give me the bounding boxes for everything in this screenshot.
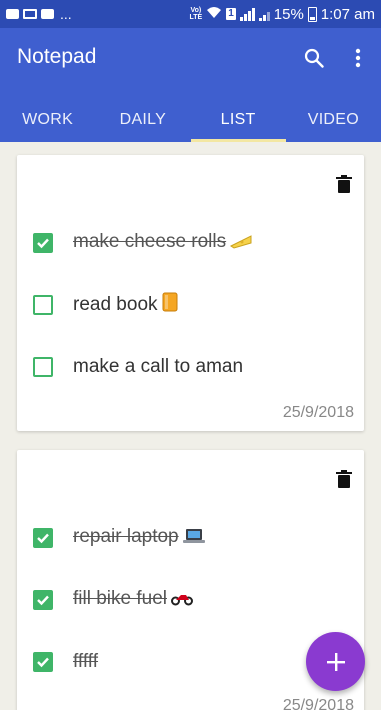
battery-icon — [307, 6, 317, 22]
list-item-text: repair laptop — [73, 526, 205, 550]
laptop-emoji-icon — [182, 528, 205, 550]
app-title: Notepad — [17, 45, 97, 68]
item-label: fffff — [73, 651, 99, 672]
system-indicators: Vo) LTE 1 15% 1:07 am — [190, 6, 376, 23]
checkbox-checked[interactable] — [33, 590, 53, 610]
item-label: fill bike fuel — [73, 588, 167, 609]
trash-icon — [336, 175, 352, 193]
youtube-notification-icon — [6, 9, 19, 19]
motorbike-emoji-icon — [171, 590, 193, 612]
battery-percent: 15% — [273, 5, 304, 23]
sim-indicator: 1 — [226, 8, 236, 20]
book-emoji-icon — [162, 292, 178, 318]
screen-notification-icon — [23, 9, 37, 19]
tab-work[interactable]: WORK — [0, 98, 95, 142]
list-item-text: make a call to aman — [73, 356, 243, 378]
check-icon — [37, 595, 49, 606]
check-icon — [37, 238, 49, 249]
list-item[interactable]: read book — [33, 290, 178, 320]
delete-button[interactable] — [336, 175, 352, 193]
cheese-emoji-icon — [230, 233, 252, 255]
search-button[interactable] — [300, 44, 328, 72]
checkbox-unchecked[interactable] — [33, 295, 53, 315]
volte-top-label: Vo) — [190, 7, 202, 14]
list-item[interactable]: fffff — [33, 647, 98, 677]
check-icon — [37, 657, 49, 668]
add-note-button[interactable] — [306, 632, 365, 691]
item-label: read book — [73, 294, 158, 315]
note-date: 25/9/2018 — [282, 404, 354, 421]
more-options-button[interactable] — [344, 44, 372, 72]
trash-icon — [336, 470, 352, 488]
list-item[interactable]: make a call to aman — [33, 352, 243, 382]
tab-video[interactable]: VIDEO — [286, 98, 381, 142]
more-vert-icon — [355, 48, 361, 68]
check-icon — [37, 533, 49, 544]
checkbox-checked[interactable] — [33, 528, 53, 548]
note-card[interactable]: make cheese rolls read book make a call … — [17, 155, 364, 431]
volte-bottom-label: LTE — [189, 14, 203, 21]
checkbox-checked[interactable] — [33, 233, 53, 253]
more-notifications-indicator: ... — [60, 6, 72, 22]
delete-button[interactable] — [336, 470, 352, 488]
status-bar: ... Vo) LTE 1 15% 1:07 am — [0, 0, 381, 28]
list-item-text: make cheese rolls — [73, 231, 252, 255]
signal-icon — [239, 7, 255, 21]
list-item-text: read book — [73, 292, 178, 318]
youtube-notification-icon-2 — [41, 9, 54, 19]
list-item-text: fill bike fuel — [73, 588, 193, 612]
list-item-text: fffff — [73, 651, 98, 673]
item-label: repair laptop — [73, 526, 179, 547]
signal-icon-2 — [258, 7, 270, 21]
tab-list[interactable]: LIST — [190, 98, 287, 142]
list-item[interactable]: make cheese rolls — [33, 228, 252, 258]
plus-icon — [326, 652, 345, 671]
note-date: 25/9/2018 — [282, 697, 354, 710]
wifi-icon — [206, 6, 222, 22]
checkbox-checked[interactable] — [33, 652, 53, 672]
tab-bar: WORK DAILY LIST VIDEO — [0, 98, 381, 142]
app-bar: Notepad WORK DAILY LIST VIDEO — [0, 28, 381, 142]
item-label: make cheese rolls — [73, 231, 227, 252]
item-label: make a call to aman — [73, 356, 244, 377]
clock: 1:07 am — [320, 5, 375, 23]
checkbox-unchecked[interactable] — [33, 357, 53, 377]
notification-icons: ... — [6, 6, 72, 22]
tab-daily[interactable]: DAILY — [95, 98, 190, 142]
list-item[interactable]: repair laptop — [33, 523, 205, 553]
volte-icon: Vo) LTE — [190, 7, 203, 21]
list-item[interactable]: fill bike fuel — [33, 585, 193, 615]
search-icon — [304, 48, 324, 68]
